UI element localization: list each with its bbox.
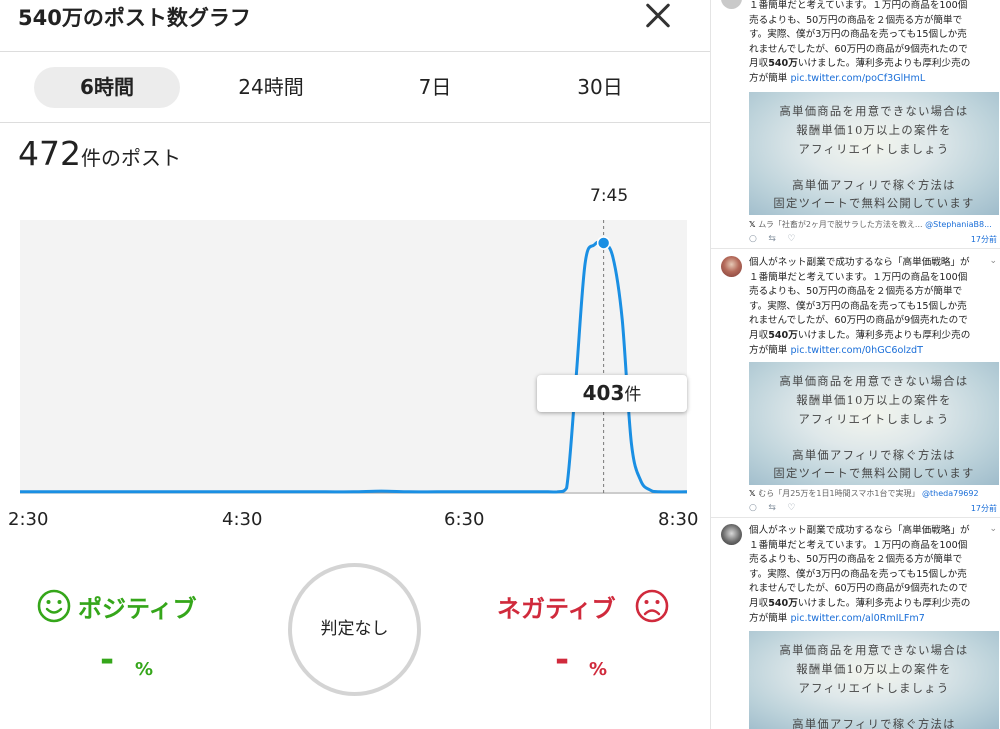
post-count-value: 472 [18, 134, 81, 173]
retweet-icon[interactable]: ⇆ [768, 503, 776, 513]
tweet-actions: ○ ⇆ ♡ 17分前 [749, 234, 999, 244]
close-icon[interactable] [640, 0, 676, 34]
tweet-text: 個人がネット副業で成功するなら「高単価戦略」が １番簡単だと考えています。１万円… [749, 525, 971, 624]
data-point[interactable] [564, 485, 570, 491]
quote-source[interactable]: 𝕏 ムラ「社畜が2ヶ月で脱サラした方法を教え... @StephaniaB8..… [749, 219, 999, 230]
tweet-feed[interactable]: １番簡単だと考えています。１万円の商品を100個 売るよりも、50万円の商品を２… [710, 0, 1000, 729]
divider [0, 51, 710, 52]
positive-value: - [100, 640, 115, 680]
negative-unit: % [589, 659, 608, 680]
modal-title: 540万のポスト数グラフ [18, 6, 251, 30]
frown-icon [635, 589, 669, 623]
reply-icon[interactable]: ○ [749, 503, 757, 513]
divider [0, 122, 710, 123]
data-point[interactable] [73, 489, 79, 495]
data-point[interactable] [295, 489, 301, 495]
tooltip-unit: 件 [624, 385, 642, 405]
highlight-point[interactable] [596, 236, 611, 250]
post-count-modal: 540万のポスト数グラフ 6時間 24時間 7日 30日 472件のポスト 7:… [0, 0, 710, 729]
tooltip-value: 403 [582, 381, 625, 405]
tweet-actions: ○ ⇆ ♡ 17分前 [749, 503, 999, 513]
x-tick-label: 2:30 [8, 509, 49, 530]
tweet-time[interactable]: 17分前 [971, 234, 997, 245]
post-count-unit: 件のポスト [81, 146, 181, 170]
tab-30d[interactable]: 30日 [527, 67, 673, 108]
quote-source[interactable]: 𝕏 むら「月25万を1日1時間スマホ1台で実現」 @theda79692 [749, 488, 999, 499]
data-point[interactable] [323, 489, 329, 495]
x-logo-icon: 𝕏 [749, 489, 759, 498]
data-point[interactable] [378, 488, 384, 494]
divider [711, 248, 1000, 249]
data-point[interactable] [656, 489, 662, 495]
data-point[interactable] [184, 489, 190, 495]
tweet-link[interactable]: pic.twitter.com/0hGC6olzdT [790, 345, 923, 356]
avatar[interactable] [721, 0, 742, 9]
negative-value: - [555, 640, 570, 680]
data-point[interactable] [591, 242, 597, 248]
data-point[interactable] [647, 487, 653, 493]
avatar[interactable] [721, 256, 742, 277]
data-point[interactable] [45, 489, 51, 495]
tweet-time[interactable]: 17分前 [971, 503, 997, 514]
data-point[interactable] [406, 489, 412, 495]
like-icon[interactable]: ♡ [787, 503, 795, 513]
like-icon[interactable]: ♡ [787, 234, 795, 244]
data-point[interactable] [582, 260, 588, 266]
tweet-text: 個人がネット副業で成功するなら「高単価戦略」が １番簡単だと考えています。１万円… [749, 257, 971, 356]
data-point[interactable] [545, 489, 551, 495]
tweet-image[interactable]: 高単価商品を用意できない場合は 報酬単価10万以上の案件を アフィリエイトしまし… [749, 92, 999, 215]
data-point[interactable] [554, 489, 560, 495]
x-tick-label: 8:30 [658, 509, 699, 530]
tweet-link[interactable]: pic.twitter.com/al0RmILFm7 [790, 613, 924, 624]
data-point[interactable] [212, 489, 218, 495]
tab-24h[interactable]: 24時間 [198, 67, 344, 108]
x-logo-icon: 𝕏 [749, 220, 759, 229]
data-point[interactable] [434, 489, 440, 495]
tab-6h[interactable]: 6時間 [34, 67, 180, 108]
avatar[interactable] [721, 524, 742, 545]
tweet-image[interactable]: 高単価商品を用意できない場合は 報酬単価10万以上の案件を アフィリエイトしまし… [749, 362, 999, 485]
data-point[interactable] [489, 489, 495, 495]
negative-label: ネガティブ [497, 595, 616, 623]
data-point[interactable] [351, 489, 357, 495]
positive-unit: % [135, 659, 154, 680]
divider [711, 517, 1000, 518]
retweet-icon[interactable]: ⇆ [768, 234, 776, 244]
data-point[interactable] [267, 489, 273, 495]
data-point[interactable] [628, 440, 634, 446]
data-point[interactable] [638, 478, 644, 484]
tweet-text: １番簡単だと考えています。１万円の商品を100個 売るよりも、50万円の商品を２… [749, 0, 971, 84]
x-tick-label: 6:30 [444, 509, 485, 530]
data-point[interactable] [619, 316, 625, 322]
data-point[interactable] [462, 489, 468, 495]
tab-7d[interactable]: 7日 [362, 67, 508, 108]
data-point[interactable] [517, 489, 523, 495]
neutral-button[interactable]: 判定なし [288, 563, 421, 696]
data-point[interactable] [156, 489, 162, 495]
reply-icon[interactable]: ○ [749, 234, 757, 244]
tweet-link[interactable]: pic.twitter.com/poCf3GlHmL [790, 73, 925, 84]
smile-icon [37, 589, 71, 623]
post-count: 472件のポスト [18, 134, 181, 173]
data-point[interactable] [100, 489, 106, 495]
positive-label: ポジティブ [78, 595, 197, 623]
data-point[interactable] [610, 254, 616, 260]
post-count-chart[interactable] [0, 180, 710, 500]
data-point[interactable] [239, 489, 245, 495]
data-point[interactable] [17, 489, 23, 495]
tweet-image[interactable]: 高単価商品を用意できない場合は 報酬単価10万以上の案件を アフィリエイトしまし… [749, 631, 999, 729]
x-tick-label: 4:30 [222, 509, 263, 530]
chart-tooltip: 403件 [537, 375, 687, 412]
data-point[interactable] [128, 489, 134, 495]
data-point[interactable] [684, 489, 690, 495]
